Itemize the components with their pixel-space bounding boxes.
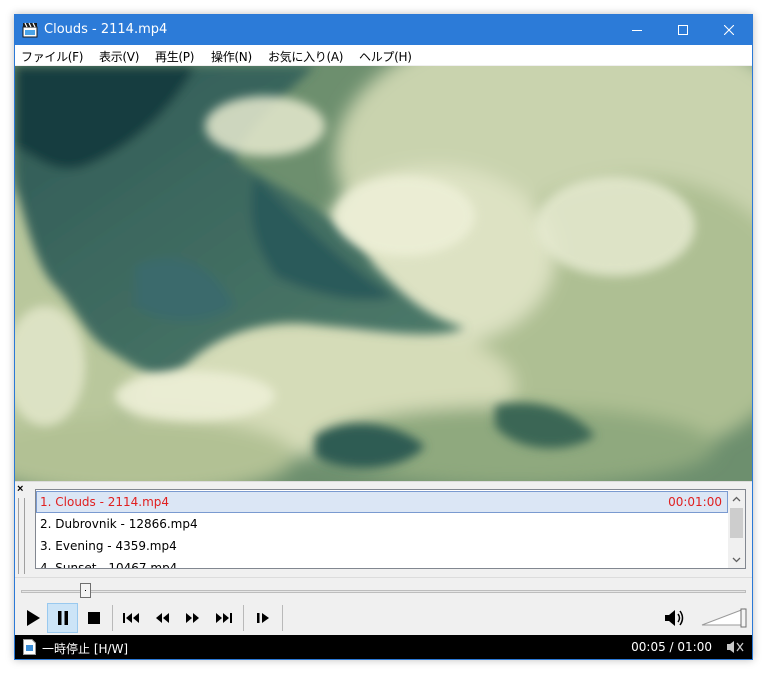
menu-bar: ファイル(F) 表示(V) 再生(P) 操作(N) お気に入り(A) ヘルプ(H… xyxy=(15,45,752,66)
previous-button[interactable] xyxy=(117,603,145,633)
playlist-close-button[interactable]: × xyxy=(17,484,23,495)
next-icon xyxy=(216,613,232,623)
play-icon xyxy=(27,610,40,626)
frame-step-icon xyxy=(256,613,269,623)
video-display[interactable] xyxy=(15,66,752,481)
playback-time: 00:05 / 01:00 xyxy=(631,640,712,654)
menu-play[interactable]: 再生(P) xyxy=(155,48,194,65)
close-icon xyxy=(724,25,734,35)
stop-button[interactable] xyxy=(80,603,108,633)
maximize-icon xyxy=(678,25,688,35)
playlist-panel: × 1. Clouds - 2114.mp4 00:01:00 2. Dubro… xyxy=(15,481,752,577)
video-frame-clouds xyxy=(15,66,752,481)
rewind-icon xyxy=(156,613,169,623)
toolbar-separator xyxy=(112,605,113,631)
volume-slider[interactable] xyxy=(700,605,748,629)
chevron-down-icon xyxy=(732,557,741,562)
playlist-resize-grip[interactable] xyxy=(18,498,25,574)
frame-step-button[interactable] xyxy=(249,603,277,633)
fast-forward-icon xyxy=(186,613,199,623)
rewind-button[interactable] xyxy=(148,603,176,633)
playlist-item[interactable]: 3. Evening - 4359.mp4 xyxy=(36,535,728,557)
toolbar-separator xyxy=(243,605,244,631)
mute-indicator-icon xyxy=(727,641,744,653)
seek-bar[interactable] xyxy=(21,590,746,593)
playlist-item[interactable]: 1. Clouds - 2114.mp4 00:01:00 xyxy=(36,491,728,513)
playlist-item-label: 3. Evening - 4359.mp4 xyxy=(40,539,177,553)
scroll-up-button[interactable] xyxy=(728,490,745,507)
playlist-item[interactable]: 2. Dubrovnik - 12866.mp4 xyxy=(36,513,728,535)
seek-thumb[interactable] xyxy=(80,583,91,598)
pause-icon xyxy=(57,611,68,625)
playback-controls xyxy=(15,577,752,635)
playlist-item-label: 2. Dubrovnik - 12866.mp4 xyxy=(40,517,198,531)
playback-state: 一時停止 [H/W] xyxy=(42,642,129,656)
playlist-item-label: 4. Sunset - 10467.mp4 xyxy=(40,561,178,569)
stop-icon xyxy=(88,612,100,624)
menu-operation[interactable]: 操作(N) xyxy=(211,48,252,65)
menu-favorites[interactable]: お気に入り(A) xyxy=(268,48,343,65)
maximize-button[interactable] xyxy=(660,15,706,45)
pause-button[interactable] xyxy=(47,603,78,633)
playlist-item[interactable]: 4. Sunset - 10467.mp4 xyxy=(36,557,728,569)
playlist-item-duration: 00:01:00 xyxy=(668,495,722,509)
playlist-item-label: 1. Clouds - 2114.mp4 xyxy=(40,495,170,509)
fast-forward-button[interactable] xyxy=(179,603,207,633)
title-bar[interactable]: Clouds - 2114.mp4 xyxy=(15,15,752,45)
close-button[interactable] xyxy=(706,15,752,45)
playlist-list[interactable]: 1. Clouds - 2114.mp4 00:01:00 2. Dubrovn… xyxy=(35,489,746,569)
status-bar: 一時停止 [H/W] 00:05 / 01:00 xyxy=(15,635,752,659)
minimize-icon xyxy=(632,30,642,31)
speaker-icon xyxy=(665,610,684,626)
play-button[interactable] xyxy=(19,603,47,633)
menu-file[interactable]: ファイル(F) xyxy=(21,48,83,65)
document-icon xyxy=(23,639,36,655)
scroll-down-button[interactable] xyxy=(728,551,745,568)
window-title: Clouds - 2114.mp4 xyxy=(44,22,168,37)
scroll-thumb[interactable] xyxy=(730,508,743,538)
minimize-button[interactable] xyxy=(614,15,660,45)
mute-button[interactable] xyxy=(661,603,689,633)
next-button[interactable] xyxy=(210,603,238,633)
media-player-window: Clouds - 2114.mp4 ファイル(F) 表示(V) 再生(P) 操作… xyxy=(14,14,753,660)
menu-help[interactable]: ヘルプ(H) xyxy=(359,48,412,65)
chevron-up-icon xyxy=(732,496,741,501)
previous-icon xyxy=(123,613,139,623)
toolbar-separator xyxy=(282,605,283,631)
clapperboard-icon xyxy=(22,22,38,38)
menu-view[interactable]: 表示(V) xyxy=(99,48,139,65)
playlist-scrollbar[interactable] xyxy=(728,490,745,568)
